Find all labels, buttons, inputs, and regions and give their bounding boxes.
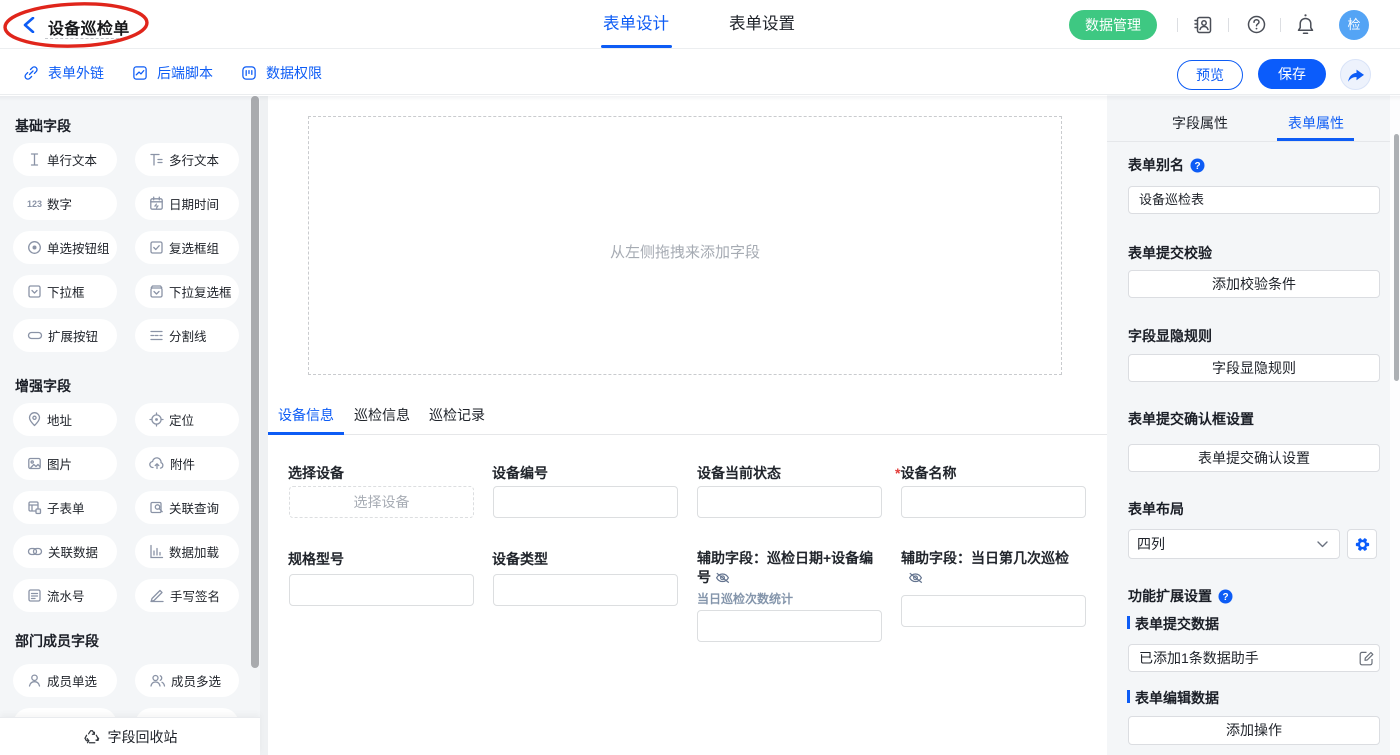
svg-text:?: ? (1222, 592, 1228, 603)
svg-text:?: ? (1194, 161, 1200, 172)
